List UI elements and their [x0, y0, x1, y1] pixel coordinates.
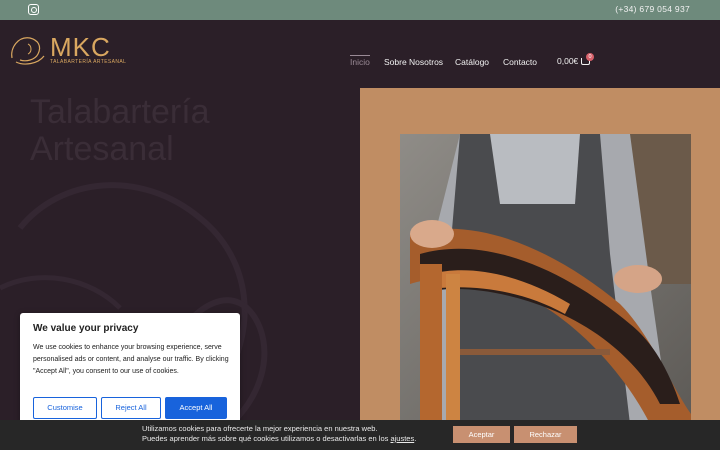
nav-inicio[interactable]: Inicio [350, 55, 370, 67]
nav-sobre-nosotros[interactable]: Sobre Nosotros [384, 57, 443, 67]
hero-title-line1: Talabartería [30, 93, 210, 131]
cookie-settings-link[interactable]: ajustes [390, 434, 414, 443]
cookie-notice-line2-end: . [414, 434, 417, 443]
cookie-notice-line1: Utilizamos cookies para ofrecerte la mej… [142, 424, 378, 433]
cart-count-badge: 0 [586, 53, 594, 61]
instagram-icon[interactable] [28, 4, 39, 15]
cookie-notice-bar: Utilizamos cookies para ofrecerte la mej… [0, 420, 720, 450]
rechazar-button[interactable]: Rechazar [514, 426, 577, 443]
top-bar: (+34) 679 054 937 [0, 0, 720, 20]
nav-catalogo[interactable]: Catálogo [455, 57, 489, 67]
site-header: MKC TALABARTERÍA ARTESANAL [0, 20, 720, 88]
reject-all-button[interactable]: Reject All [101, 397, 161, 419]
cookie-notice-line2: Puedes aprender más sobre qué cookies ut… [142, 434, 416, 444]
brand-tagline: TALABARTERÍA ARTESANAL [50, 59, 127, 65]
cart-total[interactable]: 0,00€ [557, 56, 578, 66]
aceptar-button[interactable]: Aceptar [453, 426, 510, 443]
hero-title-line2: Artesanal [30, 130, 174, 168]
cookie-consent-text: We use cookies to enhance your browsing … [33, 344, 229, 375]
logo-icon[interactable] [8, 32, 50, 68]
cookie-consent-title: We value your privacy [33, 323, 139, 334]
cookie-consent-dialog: We value your privacy We use cookies to … [20, 313, 240, 430]
cookie-notice-text: Utilizamos cookies para ofrecerte la mej… [142, 424, 416, 444]
nav-contacto[interactable]: Contacto [503, 57, 537, 67]
phone-number[interactable]: (+34) 679 054 937 [615, 4, 690, 14]
cookie-notice-line2-text: Puedes aprender más sobre qué cookies ut… [142, 434, 391, 443]
customise-button[interactable]: Customise [33, 397, 97, 419]
hero-title: Talabartería Artesanal [30, 94, 280, 168]
artisan-leather-photo [400, 134, 691, 424]
accept-all-button[interactable]: Accept All [165, 397, 227, 419]
